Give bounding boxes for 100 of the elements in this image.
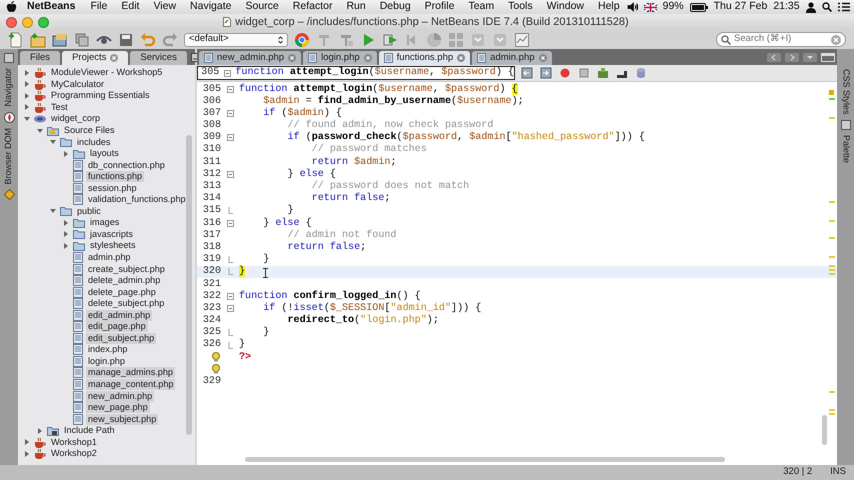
search-field[interactable]: Search (⌘+I) — [734, 32, 828, 47]
stop-icon[interactable] — [578, 67, 590, 79]
tree-item[interactable]: index.php — [86, 344, 130, 356]
tree-item[interactable]: session.php — [86, 182, 139, 194]
menu-item[interactable]: Window — [540, 0, 591, 15]
sticky-header[interactable]: 305 function attempt_login($username, $password) { — [197, 66, 515, 80]
fold-icon[interactable] — [224, 70, 231, 76]
scroll-right-icon[interactable] — [785, 53, 799, 62]
menu-item[interactable]: Tools — [501, 0, 540, 15]
fold-icon[interactable] — [226, 110, 234, 117]
tree-item[interactable]: new_page.php — [86, 402, 150, 414]
lightbulb-icon[interactable] — [211, 364, 221, 374]
collapsed-arrow-icon[interactable] — [62, 150, 70, 158]
collapsed-arrow-icon[interactable] — [23, 68, 31, 77]
menu-item[interactable]: Profile — [418, 0, 462, 15]
expanded-arrow-icon[interactable] — [49, 207, 57, 216]
close-icon[interactable] — [457, 54, 466, 62]
diamond-icon[interactable] — [4, 189, 14, 200]
collapsed-arrow-icon[interactable] — [36, 426, 44, 435]
new-project-icon[interactable] — [30, 32, 46, 48]
menu-item[interactable]: File — [83, 0, 114, 15]
editor-tab[interactable]: admin.php — [472, 51, 552, 65]
minimize-button[interactable] — [22, 16, 33, 28]
search-box[interactable]: Search (⌘+I) — [716, 32, 846, 47]
user-icon[interactable] — [806, 2, 816, 12]
app-menu[interactable]: NetBeans — [17, 0, 84, 15]
debug-icon[interactable] — [382, 32, 398, 48]
menu-item[interactable]: Run — [339, 0, 373, 15]
configuration-dropdown[interactable]: <default> — [184, 32, 288, 46]
zoom-button[interactable] — [38, 16, 49, 28]
close-project-icon[interactable] — [74, 32, 90, 48]
menu-item[interactable]: Team — [461, 0, 502, 15]
tree-item[interactable]: includes — [75, 136, 112, 148]
fold-icon[interactable] — [226, 170, 234, 178]
tree-item[interactable]: public — [75, 206, 103, 217]
list-icon[interactable] — [838, 2, 850, 12]
save-icon[interactable] — [118, 32, 134, 48]
panel-tab[interactable]: Services — [130, 51, 187, 65]
tree-item[interactable]: manage_content.php — [86, 379, 176, 390]
maximize-icon[interactable] — [821, 53, 835, 62]
tree-item[interactable]: new_admin.php — [86, 390, 154, 402]
expanded-arrow-icon[interactable] — [49, 138, 57, 146]
editor-tab[interactable]: functions.php — [378, 51, 470, 65]
menu-item[interactable]: Debug — [372, 0, 418, 15]
close-icon[interactable] — [538, 54, 547, 62]
clock-date[interactable]: Thu 27 Feb — [714, 0, 768, 15]
collapsed-arrow-icon[interactable] — [62, 242, 70, 250]
tree-item[interactable]: MyCalculator — [49, 78, 106, 90]
fold-icon[interactable] — [226, 134, 234, 142]
tree-item[interactable]: layouts — [88, 148, 121, 160]
tree-item[interactable]: edit_page.php — [86, 321, 148, 332]
tree-item[interactable]: delete_subject.php — [86, 298, 166, 310]
tree-item[interactable]: validation_functions.php — [86, 194, 188, 206]
collapsed-arrow-icon[interactable] — [62, 230, 70, 238]
close-icon[interactable] — [110, 54, 118, 62]
fold-icon[interactable] — [226, 304, 234, 312]
tree-item[interactable]: manage_admins.php — [86, 367, 175, 378]
scroll-left-icon[interactable] — [767, 53, 781, 62]
tree-item[interactable]: widget_corp — [49, 113, 102, 124]
tree-item[interactable]: Workshop1 — [49, 436, 99, 448]
scrollbar-thumb[interactable] — [245, 457, 725, 462]
volume-icon[interactable] — [626, 2, 638, 12]
menu-item[interactable]: Help — [591, 0, 627, 15]
window-icon[interactable] — [840, 120, 850, 130]
battery-icon[interactable] — [690, 2, 708, 12]
previous-icon[interactable] — [521, 67, 533, 79]
chart-icon[interactable] — [514, 32, 530, 48]
tree-item[interactable]: db_connection.php — [86, 160, 167, 171]
collapsed-arrow-icon[interactable] — [23, 438, 31, 446]
tree-item[interactable]: delete_admin.php — [86, 275, 162, 286]
collapsed-arrow-icon[interactable] — [23, 92, 31, 100]
search-icon[interactable] — [822, 2, 832, 12]
next-icon[interactable] — [540, 67, 552, 79]
tree-item[interactable]: stylesheets — [88, 240, 138, 252]
editor-tab[interactable]: login.php — [303, 51, 377, 65]
scrollbar-thumb[interactable] — [186, 135, 192, 435]
fold-icon[interactable] — [226, 86, 234, 93]
close-button[interactable] — [6, 16, 17, 28]
panel-tab[interactable]: Files — [20, 51, 60, 65]
side-tab[interactable]: Palette — [838, 134, 852, 163]
flag-icon[interactable] — [644, 2, 657, 12]
database-icon[interactable] — [635, 67, 647, 79]
menu-item[interactable]: Refactor — [286, 0, 340, 15]
tree-item[interactable]: Source Files — [62, 125, 117, 136]
window-icon[interactable] — [4, 53, 14, 63]
close-icon[interactable] — [364, 54, 372, 62]
tree-item[interactable]: javascripts — [88, 228, 135, 240]
scrollbar-thumb[interactable] — [822, 415, 827, 445]
tree-item[interactable]: edit_admin.php — [86, 310, 152, 321]
expanded-arrow-icon[interactable] — [36, 126, 44, 134]
collapsed-arrow-icon[interactable] — [23, 450, 31, 458]
menu-item[interactable]: View — [146, 0, 184, 15]
tree-item[interactable]: admin.php — [86, 252, 132, 264]
compass-icon[interactable] — [4, 112, 14, 123]
side-tab[interactable]: Navigator — [2, 68, 16, 107]
expanded-arrow-icon[interactable] — [23, 114, 31, 123]
tree-item[interactable]: ModuleViewer - Workshop5 — [49, 67, 164, 78]
tree-item[interactable]: images — [88, 217, 122, 228]
tree-item[interactable]: edit_subject.php — [86, 332, 156, 344]
new-file-icon[interactable] — [8, 32, 24, 48]
